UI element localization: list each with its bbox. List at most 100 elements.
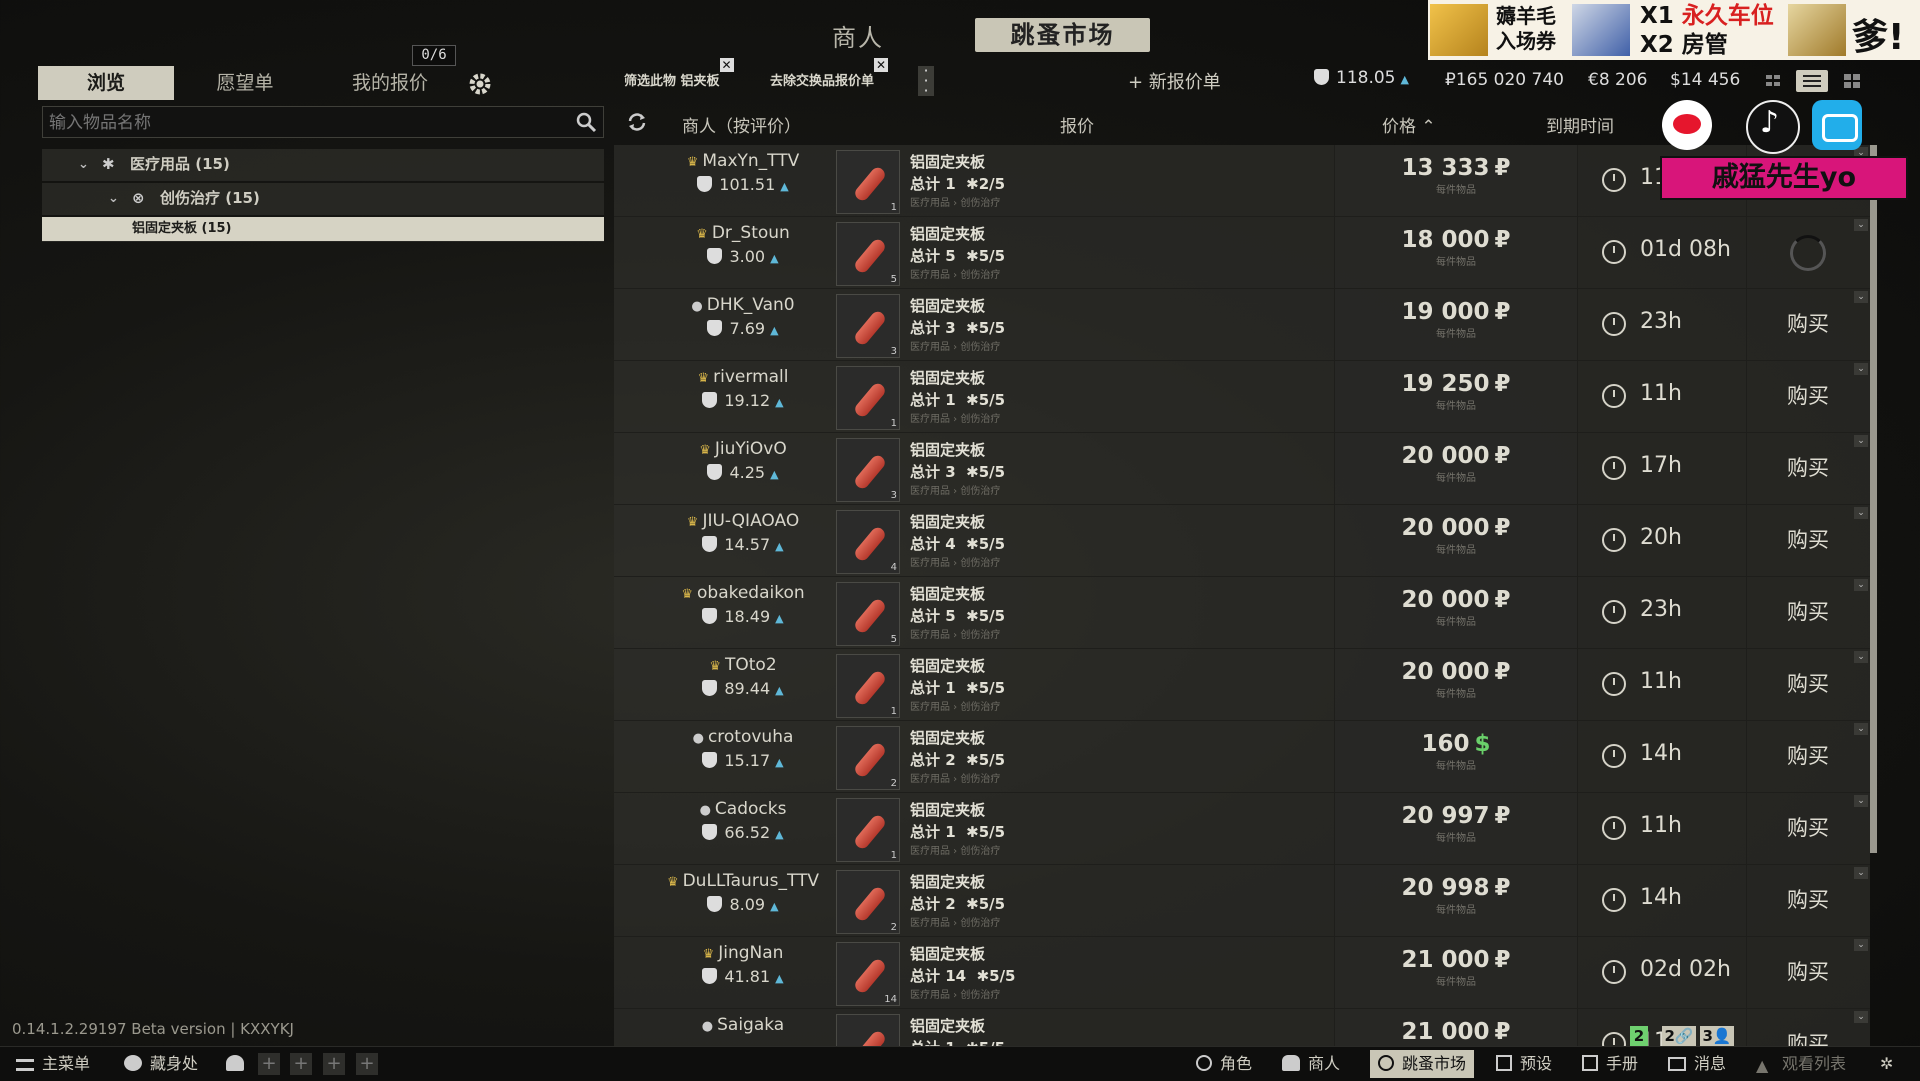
seller-cell[interactable]: ♛ JingNan 41.81 ▲ <box>654 937 832 986</box>
table-row[interactable]: ♛ JiuYiOvO 4.25 ▲ 3 铝固定夹板 总计 3 ✱5/5 医疗用品 ›… <box>614 433 1870 505</box>
item-thumbnail[interactable]: 4 <box>836 510 900 574</box>
seller-cell[interactable]: ● crotovuha 15.17 ▲ <box>654 721 832 770</box>
chevron-down-icon[interactable]: ⌄ <box>1854 291 1868 303</box>
flea-market-button[interactable]: 跳蚤市场 <box>1370 1050 1475 1078</box>
quick-slot-add[interactable]: + <box>290 1053 312 1075</box>
item-thumbnail[interactable]: 1 <box>836 150 900 214</box>
seller-cell[interactable]: ♛ DuLLTaurus_TTV 8.09 ▲ <box>654 865 832 914</box>
table-row[interactable]: ● crotovuha 15.17 ▲ 2 铝固定夹板 总计 2 ✱5/5 医疗用品… <box>614 721 1870 793</box>
chevron-down-icon[interactable]: ⌄ <box>1854 507 1868 519</box>
seller-cell[interactable]: ♛ MaxYn_TTV 101.51 ▲ <box>654 145 832 194</box>
view-compact-icon[interactable] <box>1762 70 1786 92</box>
table-row[interactable]: ● DHK_Van0 7.69 ▲ 3 铝固定夹板 总计 3 ✱5/5 医疗用品 ›… <box>614 289 1870 361</box>
hideout-button[interactable]: 藏身处 <box>124 1050 198 1078</box>
seller-cell[interactable]: ♛ JiuYiOvO 4.25 ▲ <box>654 433 832 482</box>
buy-button[interactable]: 购买 <box>1746 721 1870 792</box>
filter-chip-item[interactable]: 筛选此物 铝夹板 ✕ <box>624 58 734 90</box>
item-thumbnail[interactable]: 1 <box>836 654 900 718</box>
column-header-expires[interactable]: 到期时间 <box>1546 112 1614 137</box>
table-row[interactable]: ♛ obakedaikon 18.49 ▲ 5 铝固定夹板 总计 5 ✱5/5 医疗… <box>614 577 1870 649</box>
presets-button[interactable]: 预设 <box>1496 1050 1552 1078</box>
traders-button[interactable]: 商人 <box>1282 1050 1340 1078</box>
column-header-seller[interactable]: 商人（按评价） <box>682 112 801 137</box>
item-thumbnail[interactable]: 1 <box>836 366 900 430</box>
chevron-down-icon[interactable]: ⌄ <box>1854 219 1868 231</box>
buy-button[interactable]: 购买 <box>1746 865 1870 936</box>
table-row[interactable]: ♛ TOto2 89.44 ▲ 1 铝固定夹板 总计 1 ✱5/5 医疗用品 › 创… <box>614 649 1870 721</box>
chevron-down-icon[interactable]: ⌄ <box>1854 723 1868 735</box>
chevron-down-icon[interactable]: ⌄ <box>1854 867 1868 879</box>
tab-my-offers[interactable]: 我的报价 <box>330 66 450 100</box>
buy-button[interactable]: 购买 <box>1746 505 1870 576</box>
settings-gear-icon[interactable]: ✲ <box>1880 1050 1893 1078</box>
close-icon[interactable]: ✕ <box>719 58 734 72</box>
seller-cell[interactable]: ♛ rivermall 19.12 ▲ <box>654 361 832 410</box>
table-row[interactable]: ♛ JingNan 41.81 ▲ 14 铝固定夹板 总计 14 ✱5/5 医疗用品… <box>614 937 1870 1009</box>
item-thumbnail[interactable]: 5 <box>836 222 900 286</box>
category-medical[interactable]: ⌄ ✱ 医疗用品 (15) <box>42 149 604 181</box>
seller-cell[interactable]: ● DHK_Van0 7.69 ▲ <box>654 289 832 338</box>
character-button[interactable]: 角色 <box>1196 1050 1252 1078</box>
item-thumbnail[interactable]: 2 <box>836 726 900 790</box>
refresh-icon[interactable] <box>626 112 648 132</box>
item-thumbnail[interactable]: 5 <box>836 582 900 646</box>
item-thumbnail[interactable]: 2 <box>836 870 900 934</box>
tab-traders[interactable]: 商人 <box>832 18 884 53</box>
item-thumbnail[interactable]: 14 <box>836 942 900 1006</box>
scrollbar[interactable] <box>1870 145 1877 853</box>
table-row[interactable]: ♛ rivermall 19.12 ▲ 1 铝固定夹板 总计 1 ✱5/5 医疗用品… <box>614 361 1870 433</box>
chevron-down-icon[interactable]: ⌄ <box>1854 795 1868 807</box>
buy-button[interactable]: 购买 <box>1746 289 1870 360</box>
buy-button[interactable]: 购买 <box>1746 577 1870 648</box>
category-aluminum-splint[interactable]: 铝固定夹板 (15) <box>42 217 604 242</box>
item-thumbnail[interactable]: 1 <box>836 798 900 862</box>
item-thumbnail[interactable]: 3 <box>836 438 900 502</box>
quick-slot-add[interactable]: + <box>323 1053 345 1075</box>
table-row[interactable]: ● Cadocks 66.52 ▲ 1 铝固定夹板 总计 1 ✱5/5 医疗用品 ›… <box>614 793 1870 865</box>
table-row[interactable]: ♛ JIU-QIAOAO 14.57 ▲ 4 铝固定夹板 总计 4 ✱5/5 医疗用… <box>614 505 1870 577</box>
tab-wishlist[interactable]: 愿望单 <box>185 66 305 100</box>
view-list-icon[interactable] <box>1796 70 1828 92</box>
chevron-down-icon[interactable]: ⌄ <box>1854 651 1868 663</box>
column-header-price[interactable]: 价格 ⌃ <box>1382 112 1436 137</box>
table-row[interactable]: ♛ Dr_Stoun 3.00 ▲ 5 铝固定夹板 总计 5 ✱5/5 医疗用品 ›… <box>614 217 1870 289</box>
view-grid-icon[interactable] <box>1840 70 1864 92</box>
buy-button[interactable]: 购买 <box>1746 1009 1870 1047</box>
messages-button[interactable]: 消息 <box>1668 1050 1726 1078</box>
item-thumbnail[interactable]: 1 <box>836 1014 900 1047</box>
seller-cell[interactable]: ● Cadocks 66.52 ▲ <box>654 793 832 842</box>
buy-button[interactable]: 购买 <box>1746 937 1870 1008</box>
item-thumbnail[interactable]: 3 <box>836 294 900 358</box>
chevron-down-icon[interactable]: ⌄ <box>1854 939 1868 951</box>
search-input[interactable] <box>43 107 551 139</box>
buy-button[interactable]: 购买 <box>1746 793 1870 864</box>
more-options-icon[interactable]: · · · <box>918 63 934 99</box>
category-injury-treatment[interactable]: ⌄ ⊗ 创伤治疗 (15) <box>42 183 604 215</box>
new-offer-button[interactable]: + 新报价单 <box>1128 68 1221 94</box>
quick-slot-add[interactable]: + <box>356 1053 378 1075</box>
chevron-down-icon[interactable]: ⌄ <box>1854 435 1868 447</box>
profile-button[interactable] <box>226 1050 252 1078</box>
handbook-button[interactable]: 手册 <box>1582 1050 1638 1078</box>
filter-chip-barter[interactable]: 去除交换品报价单 ✕ <box>770 58 889 90</box>
watchlist-button[interactable]: ▲ 观看列表 <box>1756 1050 1846 1078</box>
main-menu-button[interactable]: 主菜单 <box>16 1050 90 1078</box>
buy-button[interactable]: 购买 <box>1746 433 1870 504</box>
chevron-down-icon[interactable]: ⌄ <box>1854 363 1868 375</box>
seller-cell[interactable]: ● Saigaka <box>654 1009 832 1035</box>
buy-button[interactable]: 购买 <box>1746 361 1870 432</box>
seller-cell[interactable]: ♛ JIU-QIAOAO 14.57 ▲ <box>654 505 832 554</box>
table-row[interactable]: ♛ DuLLTaurus_TTV 8.09 ▲ 2 铝固定夹板 总计 2 ✱5/5 … <box>614 865 1870 937</box>
buy-button[interactable]: 购买 <box>1746 649 1870 720</box>
close-icon[interactable]: ✕ <box>874 58 889 72</box>
search-icon[interactable] <box>575 111 597 133</box>
seller-cell[interactable]: ♛ TOto2 89.44 ▲ <box>654 649 832 698</box>
tab-browse[interactable]: 浏览 <box>38 66 174 100</box>
seller-cell[interactable]: ♛ obakedaikon 18.49 ▲ <box>654 577 832 626</box>
tab-flea-market[interactable]: 跳蚤市场 <box>975 18 1150 52</box>
chevron-down-icon[interactable]: ⌄ <box>1854 1011 1868 1023</box>
chevron-down-icon[interactable]: ⌄ <box>1854 579 1868 591</box>
seller-cell[interactable]: ♛ Dr_Stoun 3.00 ▲ <box>654 217 832 266</box>
quick-slot-add[interactable]: + <box>258 1053 280 1075</box>
gear-icon[interactable] <box>466 70 494 98</box>
